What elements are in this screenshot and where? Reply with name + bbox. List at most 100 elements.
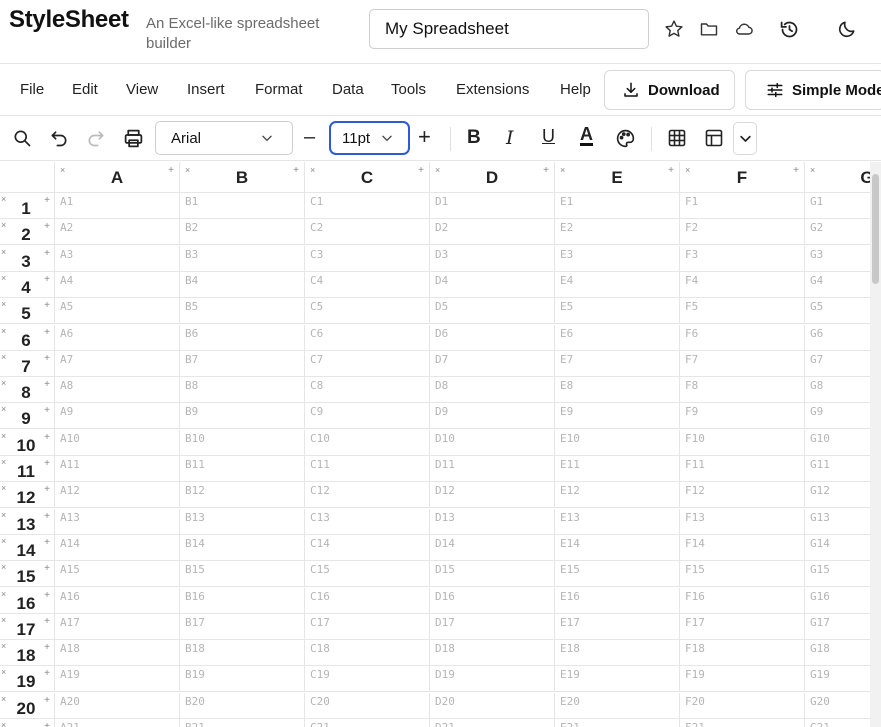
- grid-cell[interactable]: G10: [805, 430, 870, 456]
- row-header[interactable]: × 7 +: [0, 350, 55, 377]
- remove-row-button[interactable]: ×: [1, 378, 6, 388]
- grid-cell[interactable]: E12: [555, 482, 680, 509]
- grid-cell[interactable]: E9: [555, 403, 680, 430]
- grid-cell[interactable]: F13: [680, 508, 805, 535]
- add-row-button[interactable]: +: [44, 458, 50, 469]
- grid-cell[interactable]: B15: [180, 561, 305, 588]
- grid-cell[interactable]: D9: [430, 403, 555, 430]
- grid-cell[interactable]: B4: [180, 271, 305, 298]
- row-header[interactable]: × 19 +: [0, 666, 55, 693]
- row-header[interactable]: × 1 +: [0, 193, 55, 219]
- grid-cell[interactable]: B19: [180, 666, 305, 693]
- menu-extensions[interactable]: Extensions: [456, 81, 529, 98]
- grid-cell[interactable]: F7: [680, 350, 805, 377]
- grid-cell[interactable]: G9: [805, 403, 870, 430]
- menu-file[interactable]: File: [20, 81, 44, 98]
- add-row-button[interactable]: +: [44, 695, 50, 706]
- menu-tools[interactable]: Tools: [391, 81, 426, 98]
- grid-cell[interactable]: B17: [180, 613, 305, 640]
- add-row-button[interactable]: +: [44, 221, 50, 232]
- add-row-button[interactable]: +: [44, 248, 50, 259]
- grid-cell[interactable]: C8: [305, 377, 430, 404]
- row-header[interactable]: ×21+: [0, 719, 55, 727]
- grid-cell[interactable]: A5: [55, 298, 180, 325]
- column-header[interactable]: ×G+: [805, 162, 870, 193]
- grid-cell[interactable]: B7: [180, 350, 305, 377]
- row-header[interactable]: × 11 +: [0, 456, 55, 482]
- grid-cell[interactable]: G16: [805, 588, 870, 614]
- column-header[interactable]: × F +: [680, 162, 805, 193]
- grid-cell[interactable]: G7: [805, 351, 870, 377]
- grid-cell[interactable]: G20: [805, 693, 870, 719]
- grid-cell[interactable]: E1: [555, 193, 680, 219]
- add-row-button[interactable]: +: [44, 642, 50, 653]
- grid-cell[interactable]: C6: [305, 324, 430, 351]
- grid-cell[interactable]: C9: [305, 403, 430, 430]
- add-column-button[interactable]: +: [543, 165, 549, 176]
- grid-cell[interactable]: B20: [180, 692, 305, 719]
- column-header[interactable]: × C +: [305, 162, 430, 193]
- remove-row-button[interactable]: ×: [1, 536, 6, 546]
- add-row-button[interactable]: +: [44, 353, 50, 364]
- grid-cell[interactable]: C15: [305, 561, 430, 588]
- grid-cell[interactable]: B21: [180, 719, 305, 727]
- add-column-button[interactable]: +: [293, 165, 299, 176]
- remove-row-button[interactable]: ×: [1, 220, 6, 230]
- grid-cell[interactable]: B12: [180, 482, 305, 509]
- grid-cell[interactable]: G8: [805, 377, 870, 404]
- grid-cell[interactable]: A14: [55, 534, 180, 561]
- remove-row-button[interactable]: ×: [1, 562, 6, 572]
- grid-cell[interactable]: B18: [180, 640, 305, 667]
- moon-icon[interactable]: [834, 15, 860, 43]
- table-layout-icon[interactable]: [701, 125, 727, 151]
- grid-cell[interactable]: C2: [305, 219, 430, 246]
- grid-cell[interactable]: F8: [680, 377, 805, 404]
- row-header[interactable]: × 4 +: [0, 271, 55, 298]
- menu-view[interactable]: View: [126, 81, 158, 98]
- add-row-button[interactable]: +: [44, 484, 50, 495]
- remove-row-button[interactable]: ×: [1, 589, 6, 599]
- grid-cell[interactable]: A11: [55, 456, 180, 482]
- grid-cell[interactable]: F10: [680, 429, 805, 456]
- grid-cell[interactable]: C5: [305, 298, 430, 325]
- remove-row-button[interactable]: ×: [1, 641, 6, 651]
- grid-cell[interactable]: E10: [555, 429, 680, 456]
- document-title-input[interactable]: My Spreadsheet: [369, 9, 649, 49]
- row-header[interactable]: × 16 +: [0, 587, 55, 614]
- grid-cell[interactable]: B13: [180, 508, 305, 535]
- grid-cell[interactable]: F20: [680, 692, 805, 719]
- row-header[interactable]: × 18 +: [0, 640, 55, 667]
- add-row-button[interactable]: +: [44, 668, 50, 679]
- grid-cell[interactable]: F15: [680, 561, 805, 588]
- add-row-button[interactable]: +: [44, 327, 50, 338]
- grid-cell[interactable]: G4: [805, 272, 870, 298]
- remove-row-button[interactable]: ×: [1, 326, 6, 336]
- grid-cell[interactable]: A15: [55, 561, 180, 588]
- palette-icon[interactable]: [612, 125, 638, 151]
- add-row-button[interactable]: +: [44, 274, 50, 285]
- grid-cell[interactable]: C13: [305, 508, 430, 535]
- grid-cell[interactable]: G15: [805, 561, 870, 588]
- grid-cell[interactable]: F12: [680, 482, 805, 509]
- add-row-button[interactable]: +: [44, 379, 50, 390]
- grid-cell[interactable]: B2: [180, 219, 305, 246]
- grid-cell[interactable]: C14: [305, 534, 430, 561]
- grid-cell[interactable]: B3: [180, 245, 305, 272]
- grid-cell[interactable]: F3: [680, 245, 805, 272]
- grid-cell[interactable]: B8: [180, 377, 305, 404]
- row-header[interactable]: × 2 +: [0, 219, 55, 246]
- italic-button[interactable]: I: [506, 127, 514, 149]
- grid-cell[interactable]: D16: [430, 587, 555, 614]
- add-row-button[interactable]: +: [44, 300, 50, 311]
- grid-cell[interactable]: E3: [555, 245, 680, 272]
- grid-cell[interactable]: E19: [555, 666, 680, 693]
- star-icon[interactable]: [661, 15, 687, 43]
- grid-cell[interactable]: D2: [430, 219, 555, 246]
- add-column-button[interactable]: +: [168, 165, 174, 176]
- grid-cell[interactable]: E13: [555, 508, 680, 535]
- grid-cell[interactable]: A19: [55, 666, 180, 693]
- redo-icon[interactable]: [83, 125, 109, 151]
- grid-cell[interactable]: A8: [55, 377, 180, 404]
- download-button[interactable]: Download: [604, 70, 735, 110]
- text-color-button[interactable]: A: [580, 125, 593, 146]
